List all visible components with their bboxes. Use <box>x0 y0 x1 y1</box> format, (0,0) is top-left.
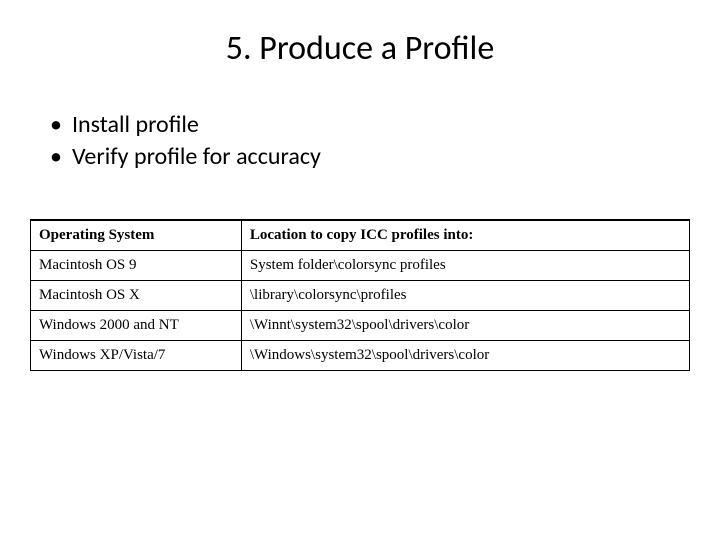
profile-table: Operating System Location to copy ICC pr… <box>30 219 690 371</box>
table-cell-os: Macintosh OS 9 <box>31 250 242 280</box>
table-row: Macintosh OS X \library\colorsync\profil… <box>31 280 690 310</box>
table-cell-os: Macintosh OS X <box>31 280 242 310</box>
list-item: Verify profile for accuracy <box>50 141 690 173</box>
slide-title: 5. Produce a Profile <box>30 28 690 69</box>
table-header-location: Location to copy ICC profiles into: <box>241 220 689 251</box>
list-item: Install profile <box>50 109 690 141</box>
table-cell-os: Windows XP/Vista/7 <box>31 340 242 370</box>
table-cell-os: Windows 2000 and NT <box>31 310 242 340</box>
table-row: Windows XP/Vista/7 \Windows\system32\spo… <box>31 340 690 370</box>
table-header-row: Operating System Location to copy ICC pr… <box>31 220 690 251</box>
table-cell-location: \Winnt\system32\spool\drivers\color <box>241 310 689 340</box>
bullet-list: Install profile Verify profile for accur… <box>50 109 690 174</box>
table-cell-location: \Windows\system32\spool\drivers\color <box>241 340 689 370</box>
table-cell-location: System folder\colorsync profiles <box>241 250 689 280</box>
profile-table-container: Operating System Location to copy ICC pr… <box>30 219 690 371</box>
table-row: Windows 2000 and NT \Winnt\system32\spoo… <box>31 310 690 340</box>
table-cell-location: \library\colorsync\profiles <box>241 280 689 310</box>
table-header-os: Operating System <box>31 220 242 251</box>
table-row: Macintosh OS 9 System folder\colorsync p… <box>31 250 690 280</box>
